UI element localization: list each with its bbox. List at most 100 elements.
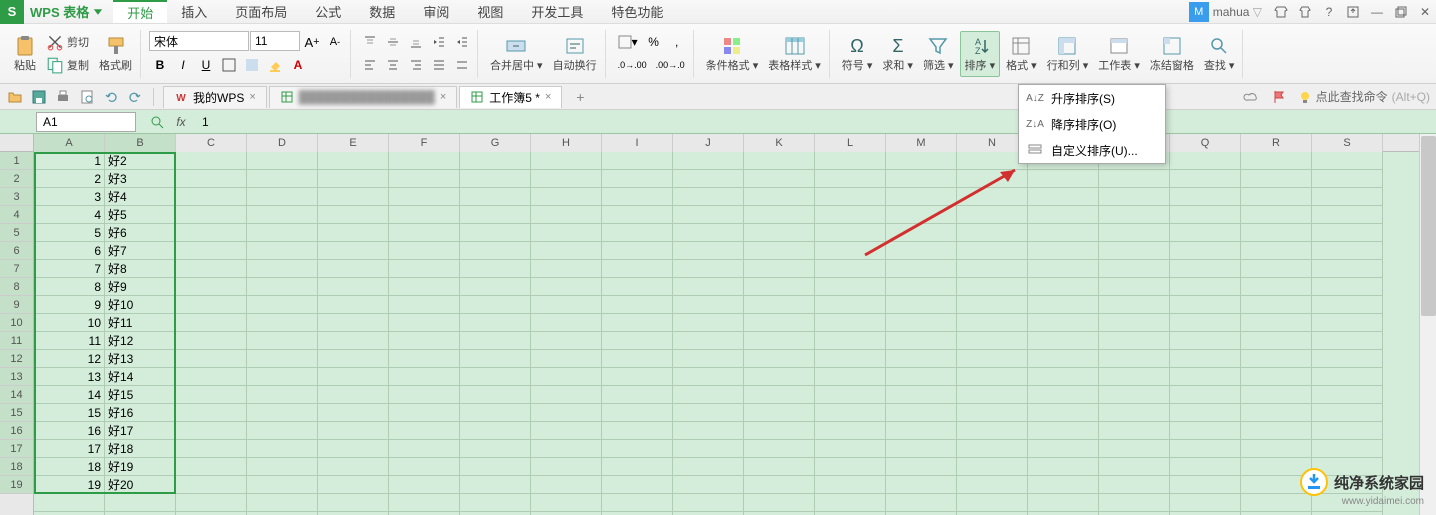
- font-color-button[interactable]: A: [287, 54, 309, 76]
- name-box[interactable]: A1: [36, 112, 136, 132]
- cell-S11[interactable]: [1312, 332, 1383, 350]
- cell-E9[interactable]: [318, 296, 389, 314]
- cell-H8[interactable]: [531, 278, 602, 296]
- cell-B16[interactable]: 好17: [105, 422, 176, 440]
- cell-O3[interactable]: [1028, 188, 1099, 206]
- close-icon[interactable]: ✕: [1414, 1, 1436, 23]
- cell-C18[interactable]: [176, 458, 247, 476]
- cell-F11[interactable]: [389, 332, 460, 350]
- cell-K3[interactable]: [744, 188, 815, 206]
- indent-increase-button[interactable]: [451, 31, 473, 53]
- cell-I12[interactable]: [602, 350, 673, 368]
- cell-G8[interactable]: [460, 278, 531, 296]
- cell-R4[interactable]: [1241, 206, 1312, 224]
- justify-button[interactable]: [428, 54, 450, 76]
- cell-F6[interactable]: [389, 242, 460, 260]
- cell-S4[interactable]: [1312, 206, 1383, 224]
- cell-K9[interactable]: [744, 296, 815, 314]
- cell-A15[interactable]: 15: [34, 404, 105, 422]
- cell-Q15[interactable]: [1170, 404, 1241, 422]
- cell-C9[interactable]: [176, 296, 247, 314]
- cell-S9[interactable]: [1312, 296, 1383, 314]
- cell-R11[interactable]: [1241, 332, 1312, 350]
- row-header-7[interactable]: 7: [0, 260, 33, 278]
- cell-G4[interactable]: [460, 206, 531, 224]
- cell-J18[interactable]: [673, 458, 744, 476]
- cell-M12[interactable]: [886, 350, 957, 368]
- shirt-icon[interactable]: [1294, 1, 1316, 23]
- cell-F19[interactable]: [389, 476, 460, 494]
- cell-P5[interactable]: [1099, 224, 1170, 242]
- worksheet-button[interactable]: 工作表 ▾: [1094, 31, 1144, 77]
- cell-A14[interactable]: 14: [34, 386, 105, 404]
- dropdown-icon[interactable]: [91, 5, 105, 19]
- cell-M7[interactable]: [886, 260, 957, 278]
- cell-A1[interactable]: 1: [34, 152, 105, 170]
- cell-F3[interactable]: [389, 188, 460, 206]
- format-painter-button[interactable]: 格式刷: [95, 31, 136, 77]
- cell-D5[interactable]: [247, 224, 318, 242]
- col-header-D[interactable]: D: [247, 134, 318, 152]
- cell-O2[interactable]: [1028, 170, 1099, 188]
- cell-L19[interactable]: [815, 476, 886, 494]
- cell-B13[interactable]: 好14: [105, 368, 176, 386]
- col-header-L[interactable]: L: [815, 134, 886, 152]
- cell-J11[interactable]: [673, 332, 744, 350]
- row-header-12[interactable]: 12: [0, 350, 33, 368]
- cell-O10[interactable]: [1028, 314, 1099, 332]
- col-header-Q[interactable]: Q: [1170, 134, 1241, 152]
- cell-J6[interactable]: [673, 242, 744, 260]
- cell-B3[interactable]: 好4: [105, 188, 176, 206]
- cell-S5[interactable]: [1312, 224, 1383, 242]
- table-style-button[interactable]: 表格样式 ▾: [764, 31, 825, 77]
- cell-Q16[interactable]: [1170, 422, 1241, 440]
- cell-R8[interactable]: [1241, 278, 1312, 296]
- sum-button[interactable]: Σ 求和 ▾: [878, 31, 917, 77]
- align-right-button[interactable]: [405, 54, 427, 76]
- cell-K8[interactable]: [744, 278, 815, 296]
- cell-B4[interactable]: 好5: [105, 206, 176, 224]
- cell-A9[interactable]: 9: [34, 296, 105, 314]
- cell-E14[interactable]: [318, 386, 389, 404]
- cell-I16[interactable]: [602, 422, 673, 440]
- cell-B5[interactable]: 好6: [105, 224, 176, 242]
- cell-H4[interactable]: [531, 206, 602, 224]
- cell-Q8[interactable]: [1170, 278, 1241, 296]
- fill-color-button[interactable]: [264, 54, 286, 76]
- cell-N14[interactable]: [957, 386, 1028, 404]
- cell-Q3[interactable]: [1170, 188, 1241, 206]
- file-tab-1[interactable]: ████████████████×: [269, 86, 457, 108]
- fx-inspect-icon[interactable]: [148, 113, 166, 131]
- cell-Q17[interactable]: [1170, 440, 1241, 458]
- cell-S15[interactable]: [1312, 404, 1383, 422]
- cell-R16[interactable]: [1241, 422, 1312, 440]
- find-button[interactable]: 查找 ▾: [1200, 31, 1239, 77]
- cell-H14[interactable]: [531, 386, 602, 404]
- cell-I13[interactable]: [602, 368, 673, 386]
- cell-D3[interactable]: [247, 188, 318, 206]
- cell-K13[interactable]: [744, 368, 815, 386]
- cell-F17[interactable]: [389, 440, 460, 458]
- cell-O5[interactable]: [1028, 224, 1099, 242]
- cell-P16[interactable]: [1099, 422, 1170, 440]
- symbol-button[interactable]: Ω 符号 ▾: [838, 31, 877, 77]
- cell-N17[interactable]: [957, 440, 1028, 458]
- cell-Q2[interactable]: [1170, 170, 1241, 188]
- cell-C16[interactable]: [176, 422, 247, 440]
- cell-H17[interactable]: [531, 440, 602, 458]
- cell-F9[interactable]: [389, 296, 460, 314]
- cell-C11[interactable]: [176, 332, 247, 350]
- cell-D10[interactable]: [247, 314, 318, 332]
- cell-O16[interactable]: [1028, 422, 1099, 440]
- skin-icon[interactable]: [1270, 1, 1292, 23]
- cell-P19[interactable]: [1099, 476, 1170, 494]
- cell-M19[interactable]: [886, 476, 957, 494]
- cell-I9[interactable]: [602, 296, 673, 314]
- cell-B8[interactable]: 好9: [105, 278, 176, 296]
- cell-R17[interactable]: [1241, 440, 1312, 458]
- indent-decrease-button[interactable]: [428, 31, 450, 53]
- comma-button[interactable]: ,: [666, 31, 688, 53]
- cell-O4[interactable]: [1028, 206, 1099, 224]
- cell-L1[interactable]: [815, 152, 886, 170]
- cell-M8[interactable]: [886, 278, 957, 296]
